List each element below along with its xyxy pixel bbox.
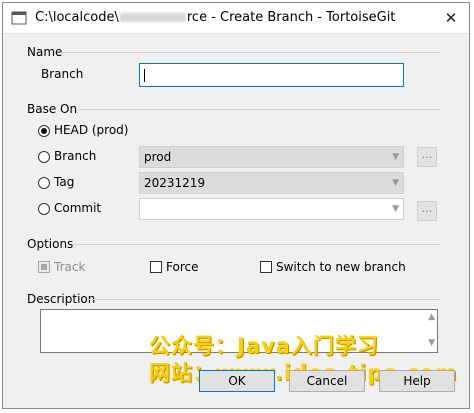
tortoisegit-icon <box>11 11 27 25</box>
browse-commit-button[interactable]: ... <box>417 201 437 221</box>
scroll-down-icon[interactable]: ▼ <box>428 338 435 348</box>
watermark-line-1: 公众号：Java入门学习 <box>149 334 379 358</box>
tag-radio[interactable] <box>38 177 50 189</box>
force-label: Force <box>166 260 199 274</box>
head-radio[interactable] <box>38 125 50 137</box>
track-checkbox[interactable] <box>38 261 50 273</box>
cancel-button[interactable]: Cancel <box>289 370 365 392</box>
title-rest: rce - Create Branch - TortoiseGit <box>186 10 396 25</box>
title-path: C:\localcode\ <box>35 10 119 25</box>
tag-radio-label: Tag <box>54 175 75 189</box>
branch-radio-label: Branch <box>54 149 97 163</box>
head-radio-label: HEAD (prod) <box>54 123 129 137</box>
description-group-line <box>87 299 441 300</box>
base-on-group-label: Base On <box>27 102 78 116</box>
branch-radio[interactable] <box>38 151 50 163</box>
branch-name-label: Branch <box>41 67 84 81</box>
name-group-label: Name <box>27 45 63 59</box>
title-redacted <box>119 13 186 22</box>
chevron-down-icon: ▼ <box>392 152 399 162</box>
text-caret <box>144 69 145 82</box>
base-on-group-line <box>79 109 441 110</box>
chevron-down-icon: ▼ <box>392 204 399 214</box>
switch-branch-checkbox[interactable] <box>260 261 272 273</box>
branch-name-input[interactable] <box>139 63 404 87</box>
switch-branch-label: Switch to new branch <box>276 260 406 274</box>
browse-branch-button[interactable]: ... <box>417 147 437 167</box>
track-label: Track <box>54 260 86 274</box>
commit-radio-label: Commit <box>54 201 102 215</box>
branch-select[interactable]: prod ▼ <box>139 146 404 168</box>
tag-select-value: 20231219 <box>144 176 206 190</box>
tag-select[interactable]: 20231219 ▼ <box>139 172 404 194</box>
force-checkbox[interactable] <box>150 261 162 273</box>
options-group-label: Options <box>27 237 74 251</box>
name-group-line <box>61 52 441 53</box>
commit-select[interactable]: ▼ <box>139 198 404 220</box>
ok-button[interactable]: OK <box>199 370 275 392</box>
chevron-down-icon: ▼ <box>392 178 399 188</box>
commit-radio[interactable] <box>38 203 50 215</box>
scroll-up-icon[interactable]: ▲ <box>428 312 435 322</box>
create-branch-dialog: C:\localcode\ rce - Create Branch - Torto… <box>2 2 470 409</box>
description-group-label: Description <box>27 292 96 306</box>
window-title: C:\localcode\ rce - Create Branch - Torto… <box>35 10 395 25</box>
title-bar: C:\localcode\ rce - Create Branch - Torto… <box>3 3 469 34</box>
branch-select-value: prod <box>144 150 172 164</box>
options-group-line <box>73 244 441 245</box>
help-button[interactable]: Help <box>379 370 455 392</box>
close-icon[interactable]: ✕ <box>441 9 461 27</box>
